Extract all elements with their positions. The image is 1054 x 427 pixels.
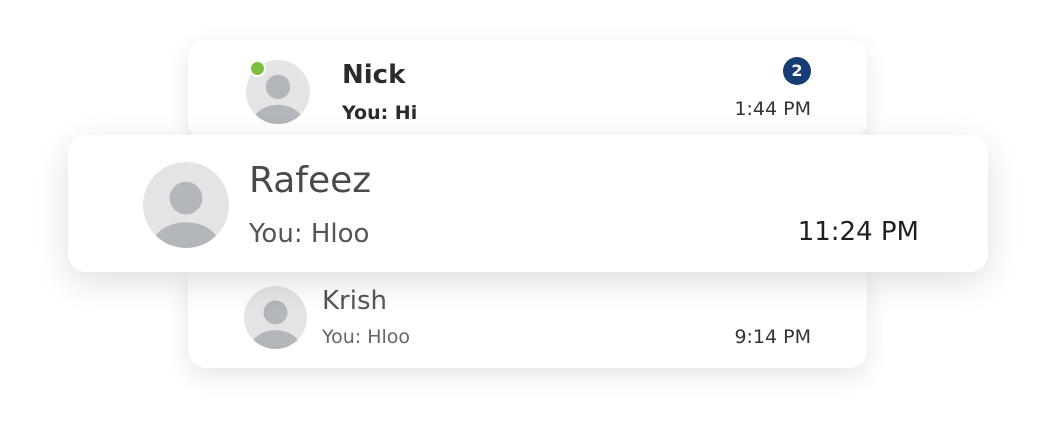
contact-name: Rafeez [249,160,372,201]
avatar[interactable] [143,162,229,248]
last-message-preview: You: Hi [342,102,418,124]
last-message-preview: You: Hloo [249,219,370,249]
contact-name: Krish [322,286,387,316]
message-time: 1:44 PM [734,98,811,120]
chat-item-krish[interactable]: Krish You: Hloo 9:14 PM [188,262,867,368]
message-time: 9:14 PM [734,326,811,348]
unread-count-badge: 2 [783,57,811,85]
online-status-icon [249,60,266,77]
chat-item-rafeez[interactable]: Rafeez You: Hloo 11:24 PM [68,135,988,272]
avatar[interactable] [244,286,307,349]
chat-item-nick[interactable]: Nick You: Hi 2 1:44 PM [188,40,867,140]
last-message-preview: You: Hloo [322,326,411,348]
contact-name: Nick [342,60,406,90]
user-avatar-icon [250,300,301,349]
chat-list: Nick You: Hi 2 1:44 PM Rafeez You: Hloo … [0,0,1054,427]
message-time: 11:24 PM [797,217,919,247]
user-avatar-icon [151,181,221,248]
